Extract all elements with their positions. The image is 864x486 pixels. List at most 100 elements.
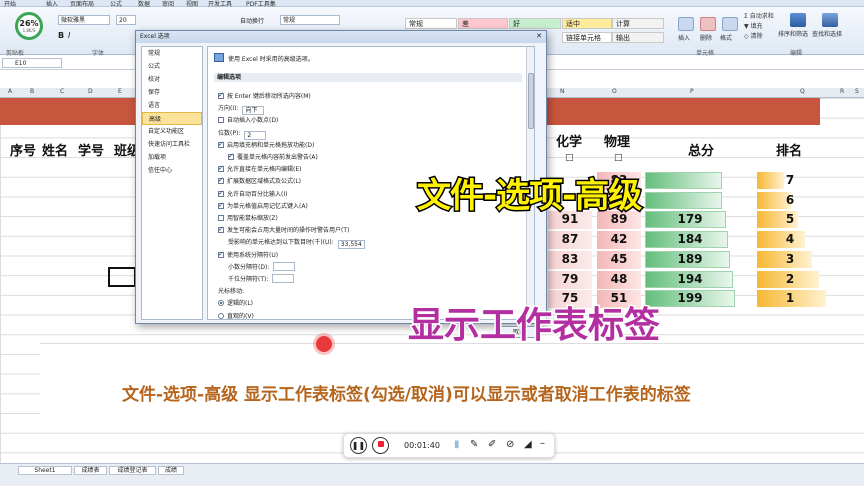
volume-icon[interactable]: ▮ [454, 439, 460, 450]
font-size-select[interactable]: 20 [116, 15, 136, 25]
name-box[interactable]: E10 [2, 58, 62, 68]
sort-filter-button[interactable]: 排序和筛选 [778, 29, 808, 38]
mic-icon[interactable]: ✎ [470, 439, 478, 450]
column-header[interactable]: R [840, 88, 844, 95]
option-field[interactable] [273, 261, 296, 271]
cell-style-option[interactable]: 好 [509, 18, 561, 29]
sheet-tab[interactable]: 成绩登记表 [109, 466, 156, 475]
column-header[interactable]: D [88, 88, 93, 95]
column-header[interactable]: C [60, 88, 64, 95]
option-checkbox[interactable] [218, 250, 224, 258]
option-checkbox[interactable] [218, 117, 224, 124]
option-field[interactable]: 33,554 [337, 240, 365, 250]
column-header[interactable]: N [560, 88, 565, 95]
option-label: 扩展数据区域格式及公式(L) [227, 178, 302, 186]
nav-item[interactable]: 校对 [142, 73, 202, 86]
nav-item[interactable]: 常规 [142, 47, 202, 60]
option-label: 允许直接在单元格内编辑(E) [227, 166, 302, 174]
fill-button[interactable]: ▼ 填充 [744, 21, 763, 30]
option-row: 允许直接在单元格内编辑(E) [218, 164, 301, 173]
dialog-close-icon[interactable]: ✕ [536, 32, 542, 40]
find-select-button[interactable]: 查找和选择 [812, 29, 842, 38]
insert-cells-button[interactable]: 插入 [678, 33, 690, 42]
option-radio[interactable] [218, 312, 224, 319]
option-field[interactable] [272, 274, 295, 283]
option-checkbox[interactable] [218, 189, 224, 197]
section-editing: 编辑选项 [214, 73, 522, 82]
wrap-text-button[interactable]: 自动换行 [240, 16, 264, 25]
option-row: 小数分隔符(D): [228, 261, 296, 271]
option-label: 覆盖单元格内容前发出警告(A) [237, 154, 318, 161]
option-row: 用智能鼠标缩放(Z) [218, 213, 278, 222]
selected-cell[interactable] [108, 267, 136, 287]
header-seq: 序号 [10, 144, 37, 159]
option-label: 启用填充柄和单元格拖放功能(D) [227, 141, 315, 149]
option-checkbox[interactable] [218, 91, 224, 99]
nav-item[interactable]: 信任中心 [142, 164, 202, 177]
cell-style-option[interactable]: 链接单元格 [562, 32, 612, 43]
clear-button[interactable]: ◇ 清除 [744, 31, 763, 40]
option-checkbox[interactable] [218, 215, 224, 221]
column-header[interactable]: S [855, 88, 859, 95]
nav-item[interactable]: 自定义功能区 [142, 125, 202, 138]
pause-button[interactable]: ❚❚ [350, 437, 367, 454]
column-header[interactable]: O [612, 88, 617, 95]
filter-checkbox-physics[interactable]: □ [614, 153, 623, 163]
sheet-tab[interactable]: Sheet1 [18, 466, 72, 475]
zoom-value: 26% [19, 19, 39, 28]
recorder-toolbar: ❚❚ 00:01:40 ▮ ✎ ✐ ⊘ ◢ – [343, 433, 555, 458]
brush-icon[interactable]: ⊘ [506, 439, 514, 450]
option-label: 光标移动: [218, 288, 245, 296]
cell-style-option[interactable]: 计算 [612, 18, 664, 29]
sheet-tab[interactable]: 成绩表 [74, 466, 107, 475]
physics-value: 45 [610, 251, 628, 266]
cell-style-option[interactable]: 输出 [612, 32, 664, 43]
cell-style-option[interactable]: 适中 [562, 18, 612, 29]
pen-icon[interactable]: ✐ [488, 439, 496, 450]
option-radio[interactable] [218, 300, 224, 307]
option-checkbox[interactable] [218, 164, 224, 173]
autosum-button[interactable]: Σ 自动求和 [744, 11, 774, 20]
physics-value: 42 [610, 232, 628, 247]
minimize-icon[interactable]: – [540, 438, 545, 449]
nav-item[interactable]: 快速访问工具栏 [142, 138, 202, 151]
column-header[interactable]: Q [800, 88, 805, 95]
option-field[interactable]: 向下 [242, 106, 265, 116]
option-checkbox[interactable] [228, 152, 234, 160]
find-select-icon [822, 13, 838, 27]
option-checkbox[interactable] [218, 225, 224, 234]
italic-button[interactable]: I [68, 31, 70, 40]
sheet-tab[interactable]: 成绩 [158, 466, 184, 475]
font-name-select[interactable]: 微软雅黑 [58, 15, 110, 25]
nav-item[interactable]: 语言 [142, 99, 202, 112]
header-total: 总分 [688, 144, 715, 159]
column-header[interactable]: E [118, 88, 122, 95]
option-checkbox[interactable] [218, 176, 224, 185]
cell-style-option[interactable]: 常规 [405, 18, 457, 29]
delete-cells-button[interactable]: 删除 [700, 33, 712, 42]
nav-item[interactable]: 加载项 [142, 151, 202, 164]
nav-item[interactable]: 公式 [142, 60, 202, 73]
column-header[interactable]: B [30, 88, 34, 95]
column-header[interactable]: P [690, 88, 694, 95]
nav-item[interactable]: 高级 [142, 112, 202, 125]
column-header[interactable]: A [8, 88, 12, 95]
bold-button[interactable]: B [58, 31, 64, 40]
camera-icon[interactable]: ◢ [524, 439, 532, 450]
nav-item[interactable]: 保存 [142, 86, 202, 99]
option-label: 按 Enter 键后移动所选内容(M) [227, 93, 311, 100]
option-checkbox[interactable] [218, 140, 224, 148]
advanced-intro-icon [214, 53, 224, 62]
format-cells-button[interactable]: 格式 [720, 33, 732, 42]
number-format-select[interactable]: 常规 [280, 15, 340, 25]
option-checkbox[interactable] [218, 201, 224, 209]
option-row: 扩展数据区域格式及公式(L) [218, 176, 301, 185]
option-label: 小数分隔符(D): [228, 263, 270, 271]
cell-style-option[interactable]: 差 [458, 18, 508, 29]
ribbon-tabs: 开始 插入 页面布局 公式 数据 审阅 视图 开发工具 PDF工具集 [0, 0, 864, 8]
stop-button[interactable] [372, 437, 389, 454]
scrollbar-thumb[interactable] [528, 73, 534, 129]
option-label: 发生可能会占用大量时间的操作时警告用户(T) [227, 227, 350, 235]
option-field[interactable]: 2 [244, 130, 267, 140]
filter-checkbox-chemistry[interactable]: □ [565, 153, 574, 163]
